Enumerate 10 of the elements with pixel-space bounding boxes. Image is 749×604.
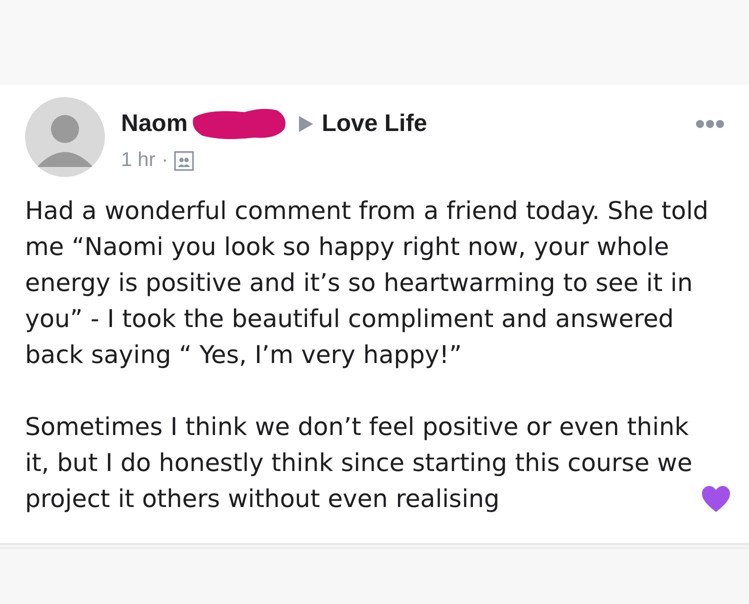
group-icon bbox=[174, 150, 194, 170]
separator-dot: · bbox=[161, 149, 168, 172]
group-name[interactable]: Love Life bbox=[322, 110, 428, 138]
heart-icon bbox=[701, 485, 731, 513]
post-text: Sometimes I think we don’t feel positive or even think it, but I do honestly think since starting this course we project it others without even realising bbox=[25, 411, 694, 515]
more-options-icon[interactable] bbox=[695, 119, 725, 129]
post-text: Had a wonderful comment from a friend today. She told me “Naomi you look so happy right now, your whole energy is positive and it’s so heartwarming to see it in you” - I took the beautiful compliment and answered back saying “ Yes, I’m very happy!” bbox=[25, 196, 708, 369]
avatar[interactable] bbox=[25, 97, 105, 177]
arrow-icon bbox=[298, 115, 314, 133]
author-name[interactable]: Naom bbox=[121, 110, 188, 138]
